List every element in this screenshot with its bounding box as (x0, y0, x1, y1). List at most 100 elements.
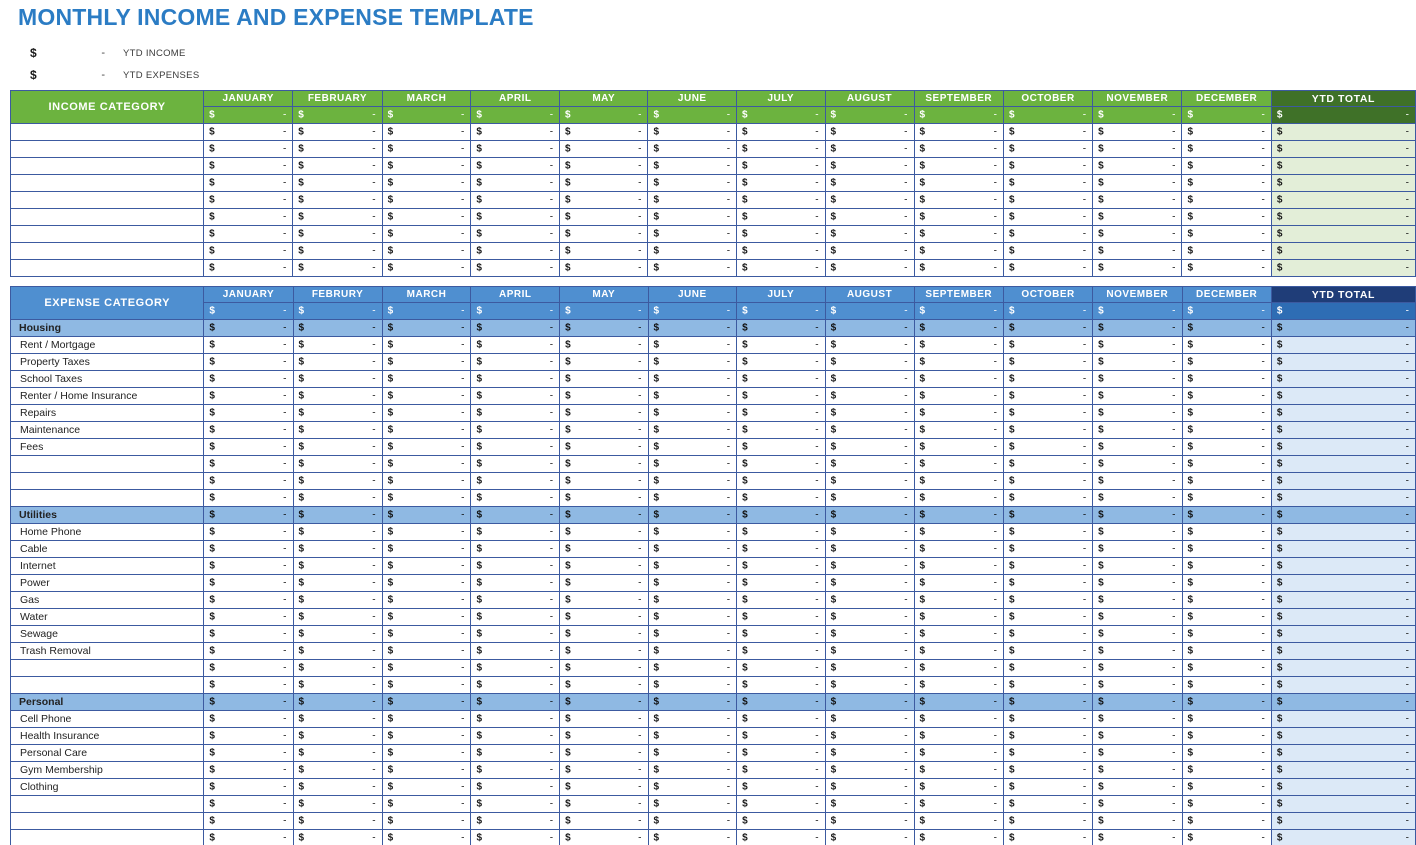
expense-cell-health-insurance-c4[interactable]: $ - (559, 727, 649, 745)
expense-row-label-personal-care[interactable]: Personal Care (9, 744, 205, 762)
expense-cell-personal-care-c3[interactable]: $ - (470, 744, 561, 762)
expense-cell-water-c11[interactable]: $ - (1181, 608, 1272, 626)
expense-cell-personal-care-c2[interactable]: $ - (381, 744, 472, 762)
income-cell-r6-c4[interactable]: $ - (559, 225, 649, 243)
expense-cell-internet-c9[interactable]: $ - (1003, 557, 1094, 575)
income-cell-r0-c11[interactable]: $ - (1181, 123, 1272, 141)
expense-cell-internet-c7[interactable]: $ - (824, 557, 915, 575)
expense-cell-cell-phone-c11[interactable]: $ - (1181, 710, 1272, 728)
expense-cell-maintenance-c11[interactable]: $ - (1181, 421, 1272, 439)
income-cell-r3-c3[interactable]: $ - (470, 174, 561, 192)
expense-cell-property-taxes-c8[interactable]: $ - (913, 353, 1005, 371)
expense-cell-blank-c1[interactable]: $ - (292, 472, 383, 490)
expense-cell-gym-membership-c0[interactable]: $ - (203, 761, 294, 779)
income-cell-r3-c11[interactable]: $ - (1181, 174, 1272, 192)
expense-cell-school-taxes-c4[interactable]: $ - (559, 370, 649, 388)
expense-cell-maintenance-c1[interactable]: $ - (292, 421, 383, 439)
expense-cell-maintenance-c5[interactable]: $ - (647, 421, 738, 439)
expense-cell-renter-home-insurance-c5[interactable]: $ - (647, 387, 738, 405)
income-cell-r4-c9[interactable]: $ - (1002, 191, 1094, 209)
expense-cell-cable-c9[interactable]: $ - (1003, 540, 1094, 558)
expense-cell-power-c2[interactable]: $ - (381, 574, 472, 592)
expense-row-label-school-taxes[interactable]: School Taxes (9, 370, 205, 388)
expense-cell-health-insurance-c2[interactable]: $ - (381, 727, 472, 745)
expense-cell-cable-c7[interactable]: $ - (824, 540, 915, 558)
expense-cell-blank-c6[interactable]: $ - (736, 812, 826, 830)
income-cell-r8-c2[interactable]: $ - (381, 259, 472, 277)
income-cell-r6-c10[interactable]: $ - (1092, 225, 1183, 243)
expense-cell-gas-c11[interactable]: $ - (1181, 591, 1272, 609)
expense-row-label-personal[interactable]: Personal (9, 693, 205, 711)
income-cell-r0-c9[interactable]: $ - (1002, 123, 1094, 141)
income-cell-r1-c6[interactable]: $ - (736, 140, 826, 158)
income-cell-r8-c9[interactable]: $ - (1002, 259, 1094, 277)
income-cell-r2-c5[interactable]: $ - (647, 157, 738, 175)
income-cell-r5-c1[interactable]: $ - (292, 208, 383, 226)
expense-cell-personal-care-c6[interactable]: $ - (736, 744, 826, 762)
expense-cell-rent-mortgage-c8[interactable]: $ - (913, 336, 1005, 354)
income-cell-r5-c8[interactable]: $ - (913, 208, 1004, 226)
expense-cell-blank-c6[interactable]: $ - (736, 795, 826, 813)
expense-cell-repairs-c3[interactable]: $ - (470, 404, 561, 422)
expense-cell-sewage-c4[interactable]: $ - (559, 625, 649, 643)
expense-cell-blank-c7[interactable]: $ - (824, 829, 915, 845)
income-cell-r5-c9[interactable]: $ - (1002, 208, 1094, 226)
expense-cell-maintenance-c7[interactable]: $ - (824, 421, 915, 439)
income-row-label[interactable] (9, 225, 205, 243)
expense-cell-fees-c4[interactable]: $ - (559, 438, 649, 456)
income-cell-r5-c5[interactable]: $ - (647, 208, 738, 226)
expense-cell-internet-c3[interactable]: $ - (470, 557, 561, 575)
expense-cell-home-phone-c3[interactable]: $ - (470, 523, 561, 541)
income-cell-r0-c2[interactable]: $ - (381, 123, 472, 141)
expense-cell-blank-c1[interactable]: $ - (292, 676, 383, 694)
expense-cell-renter-home-insurance-c2[interactable]: $ - (381, 387, 472, 405)
expense-cell-fees-c7[interactable]: $ - (824, 438, 915, 456)
expense-cell-cable-c4[interactable]: $ - (559, 540, 649, 558)
expense-cell-blank-c5[interactable]: $ - (647, 829, 738, 845)
expense-cell-rent-mortgage-c6[interactable]: $ - (736, 336, 826, 354)
expense-cell-renter-home-insurance-c11[interactable]: $ - (1181, 387, 1272, 405)
expense-cell-fees-c8[interactable]: $ - (913, 438, 1005, 456)
expense-cell-clothing-c0[interactable]: $ - (203, 778, 294, 796)
income-cell-r7-c8[interactable]: $ - (913, 242, 1004, 260)
income-cell-r7-c4[interactable]: $ - (559, 242, 649, 260)
expense-cell-blank-c5[interactable]: $ - (647, 455, 738, 473)
expense-cell-rent-mortgage-c4[interactable]: $ - (559, 336, 649, 354)
expense-cell-rent-mortgage-c7[interactable]: $ - (824, 336, 915, 354)
expense-cell-clothing-c2[interactable]: $ - (381, 778, 472, 796)
expense-cell-clothing-c8[interactable]: $ - (913, 778, 1005, 796)
expense-cell-sewage-c2[interactable]: $ - (381, 625, 472, 643)
income-cell-r2-c11[interactable]: $ - (1181, 157, 1272, 175)
expense-cell-blank-c3[interactable]: $ - (470, 795, 561, 813)
expense-cell-renter-home-insurance-c4[interactable]: $ - (559, 387, 649, 405)
expense-cell-rent-mortgage-c5[interactable]: $ - (647, 336, 738, 354)
expense-cell-school-taxes-c1[interactable]: $ - (292, 370, 383, 388)
income-cell-r8-c8[interactable]: $ - (913, 259, 1004, 277)
expense-cell-clothing-c7[interactable]: $ - (824, 778, 915, 796)
income-cell-r4-c8[interactable]: $ - (913, 191, 1004, 209)
income-cell-r7-c3[interactable]: $ - (470, 242, 561, 260)
expense-cell-personal-care-c8[interactable]: $ - (913, 744, 1005, 762)
income-cell-r8-c11[interactable]: $ - (1181, 259, 1272, 277)
income-row-label[interactable] (9, 242, 205, 260)
income-cell-r6-c3[interactable]: $ - (470, 225, 561, 243)
income-row-label[interactable] (9, 191, 205, 209)
expense-cell-school-taxes-c8[interactable]: $ - (913, 370, 1005, 388)
income-cell-r6-c5[interactable]: $ - (647, 225, 738, 243)
income-cell-r0-c8[interactable]: $ - (913, 123, 1004, 141)
expense-cell-repairs-c4[interactable]: $ - (559, 404, 649, 422)
income-cell-r0-c4[interactable]: $ - (559, 123, 649, 141)
expense-cell-school-taxes-c5[interactable]: $ - (647, 370, 738, 388)
expense-cell-internet-c10[interactable]: $ - (1092, 557, 1183, 575)
income-cell-r7-c5[interactable]: $ - (647, 242, 738, 260)
expense-cell-repairs-c11[interactable]: $ - (1181, 404, 1272, 422)
expense-cell-personal-care-c1[interactable]: $ - (292, 744, 383, 762)
expense-row-label-gym-membership[interactable]: Gym Membership (9, 761, 205, 779)
expense-row-label-maintenance[interactable]: Maintenance (9, 421, 205, 439)
expense-cell-rent-mortgage-c11[interactable]: $ - (1181, 336, 1272, 354)
income-cell-r0-c10[interactable]: $ - (1092, 123, 1183, 141)
income-cell-r4-c7[interactable]: $ - (824, 191, 915, 209)
expense-cell-blank-c5[interactable]: $ - (647, 795, 738, 813)
expense-cell-cable-c0[interactable]: $ - (203, 540, 294, 558)
income-cell-r8-c4[interactable]: $ - (559, 259, 649, 277)
